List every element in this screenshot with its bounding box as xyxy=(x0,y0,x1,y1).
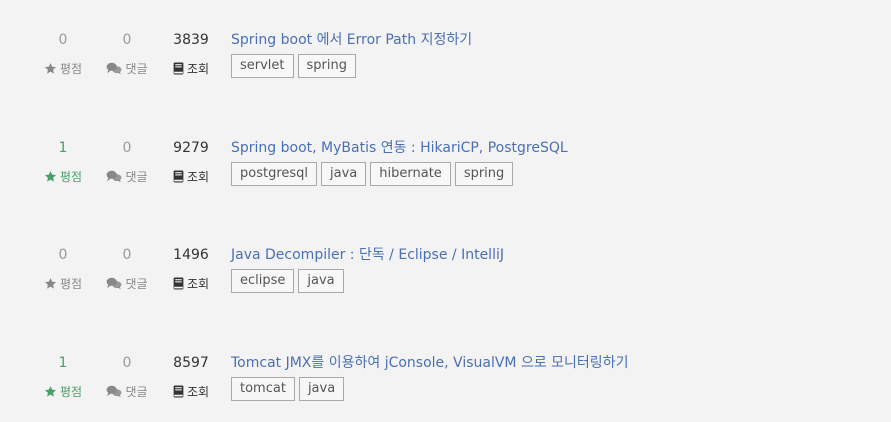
tag-tomcat[interactable]: tomcat xyxy=(231,377,295,401)
star-icon xyxy=(44,62,57,75)
tag-spring[interactable]: spring xyxy=(454,162,514,186)
tag-spring[interactable]: spring xyxy=(297,54,357,78)
rating-label-text: 평점 xyxy=(59,385,83,399)
star-icon xyxy=(44,170,57,183)
views-label-text: 조회 xyxy=(186,277,210,291)
star-icon xyxy=(44,277,57,290)
rating-count: 1 xyxy=(58,355,68,371)
tag-list: servlet spring xyxy=(231,54,357,78)
rating-label: 평점 xyxy=(33,60,93,77)
tag-postgresql[interactable]: postgresql xyxy=(231,162,318,186)
views-stat: 3839 조회 xyxy=(161,30,221,76)
views-count: 1496 xyxy=(173,247,209,263)
post-item: 1 평점 0 댓글 8597 조회 Tomcat JMX를 이용하여 jCons… xyxy=(0,353,891,422)
rating-label: 평점 xyxy=(33,168,93,185)
post-title-link[interactable]: Java Decompiler : 단독 / Eclipse / Intelli… xyxy=(231,245,504,265)
rating-stat: 0 평점 xyxy=(33,30,93,76)
post-item: 0 평점 0 댓글 3839 조회 Spring boot 에서 Error P… xyxy=(0,30,891,110)
views-stat: 8597 조회 xyxy=(161,353,221,399)
views-count: 8597 xyxy=(173,355,209,371)
rating-label-text: 평점 xyxy=(59,277,83,291)
rating-label: 평점 xyxy=(33,275,93,292)
comments-label: 댓글 xyxy=(97,383,157,400)
tag-list: postgresql java hibernate spring xyxy=(231,162,514,186)
comments-stat: 0 댓글 xyxy=(97,30,157,76)
rating-stat: 1 평점 xyxy=(33,353,93,399)
comments-stat: 0 댓글 xyxy=(97,353,157,399)
book-icon xyxy=(173,277,184,290)
comments-count: 0 xyxy=(122,140,132,156)
rating-stat: 1 평점 xyxy=(33,138,93,184)
rating-count: 0 xyxy=(58,32,68,48)
tag-hibernate[interactable]: hibernate xyxy=(370,162,451,186)
comments-label-text: 댓글 xyxy=(125,277,148,291)
comments-count: 0 xyxy=(122,355,132,371)
views-stat: 9279 조회 xyxy=(161,138,221,184)
views-label: 조회 xyxy=(161,60,221,77)
views-count: 9279 xyxy=(173,140,209,156)
views-label: 조회 xyxy=(161,168,221,185)
post-title-link[interactable]: Tomcat JMX를 이용하여 jConsole, VisualVM 으로 모… xyxy=(231,353,628,373)
views-label-text: 조회 xyxy=(186,170,210,184)
rating-label-text: 평점 xyxy=(59,62,83,76)
tag-servlet[interactable]: servlet xyxy=(231,54,294,78)
book-icon xyxy=(173,62,184,75)
comments-count: 0 xyxy=(122,247,132,263)
comments-count: 0 xyxy=(122,32,132,48)
comments-icon xyxy=(106,170,122,183)
comments-label-text: 댓글 xyxy=(125,170,148,184)
comments-label: 댓글 xyxy=(97,275,157,292)
rating-label: 평점 xyxy=(33,383,93,400)
post-item: 1 평점 0 댓글 9279 조회 Spring boot, MyBatis 연… xyxy=(0,138,891,218)
comments-label-text: 댓글 xyxy=(125,62,148,76)
rating-count: 0 xyxy=(58,247,68,263)
post-title-link[interactable]: Spring boot 에서 Error Path 지정하기 xyxy=(231,30,472,50)
views-label: 조회 xyxy=(161,275,221,292)
book-icon xyxy=(173,385,184,398)
comments-label-text: 댓글 xyxy=(125,385,148,399)
views-label-text: 조회 xyxy=(186,385,210,399)
tag-java[interactable]: java xyxy=(298,269,344,293)
comments-label: 댓글 xyxy=(97,60,157,77)
views-stat: 1496 조회 xyxy=(161,245,221,291)
comments-label: 댓글 xyxy=(97,168,157,185)
book-icon xyxy=(173,170,184,183)
tag-java[interactable]: java xyxy=(298,377,345,401)
rating-count: 1 xyxy=(58,140,68,156)
views-label: 조회 xyxy=(161,383,221,400)
comments-stat: 0 댓글 xyxy=(97,138,157,184)
comments-stat: 0 댓글 xyxy=(97,245,157,291)
comments-icon xyxy=(106,277,122,290)
tag-list: tomcat java xyxy=(231,377,345,401)
tag-eclipse[interactable]: eclipse xyxy=(231,269,295,293)
tag-java[interactable]: java xyxy=(321,162,367,186)
views-count: 3839 xyxy=(173,32,209,48)
tag-list: eclipse java xyxy=(231,269,344,293)
star-icon xyxy=(44,385,57,398)
rating-label-text: 평점 xyxy=(59,170,83,184)
post-list: 0 평점 0 댓글 3839 조회 Spring boot 에서 Error P… xyxy=(0,0,891,422)
post-title-link[interactable]: Spring boot, MyBatis 연동 : HikariCP, Post… xyxy=(231,138,568,158)
comments-icon xyxy=(106,62,122,75)
views-label-text: 조회 xyxy=(186,62,210,76)
rating-stat: 0 평점 xyxy=(33,245,93,291)
post-item: 0 평점 0 댓글 1496 조회 Java Decompiler : 단독 /… xyxy=(0,245,891,325)
comments-icon xyxy=(106,385,122,398)
